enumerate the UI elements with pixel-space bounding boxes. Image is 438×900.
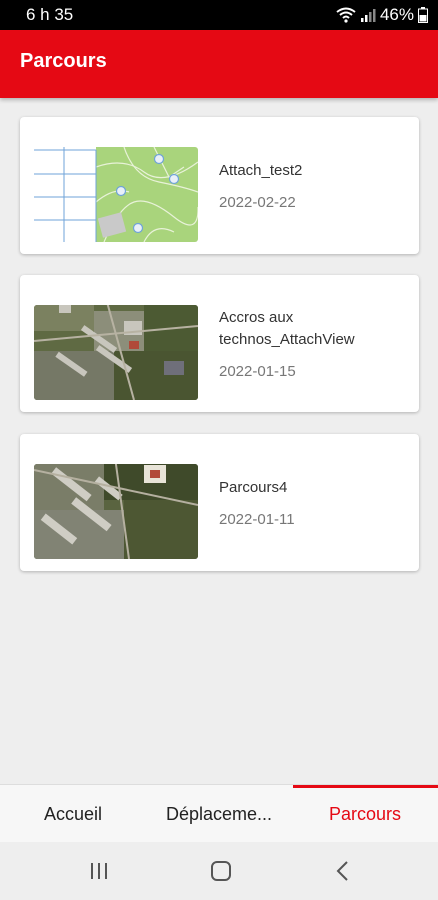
parcours-date: 2022-01-15 — [219, 363, 296, 380]
battery-percentage: 46% — [379, 5, 414, 24]
system-navigation-bar — [0, 842, 438, 900]
status-icons: 46% — [336, 5, 428, 25]
parcours-title: Accros aux technos_AttachView — [219, 309, 355, 348]
parcours-card[interactable]: Parcours4 2022-01-11 — [20, 434, 419, 571]
satellite-thumbnail — [34, 464, 198, 559]
status-bar: 6 h 35 46% — [0, 0, 438, 30]
recent-apps-icon[interactable] — [84, 858, 114, 884]
tab-parcours[interactable]: Parcours — [292, 785, 438, 843]
tab-accueil[interactable]: Accueil — [0, 785, 146, 843]
parcours-title: Parcours4 — [219, 479, 288, 496]
parcours-title: Attach_test2 — [219, 162, 303, 179]
bottom-navigation: Accueil Déplaceme... Parcours — [0, 784, 438, 843]
parcours-date: 2022-01-11 — [219, 511, 295, 528]
map-thumbnail — [34, 147, 198, 242]
back-icon[interactable] — [328, 858, 358, 884]
page-title: Parcours — [20, 50, 107, 72]
card-text: Parcours4 2022-01-11 — [219, 434, 409, 571]
card-text: Attach_test2 2022-02-22 — [219, 117, 409, 254]
satellite-thumbnail — [34, 305, 198, 400]
parcours-date: 2022-02-22 — [219, 194, 296, 211]
parcours-card[interactable]: Accros aux technos_AttachView 2022-01-15 — [20, 275, 419, 412]
signal-icon — [360, 9, 376, 22]
card-text: Accros aux technos_AttachView 2022-01-15 — [219, 275, 409, 412]
home-icon[interactable] — [206, 858, 236, 884]
parcours-card[interactable]: Attach_test2 2022-02-22 — [20, 117, 419, 254]
wifi-icon — [336, 7, 356, 23]
status-time: 6 h 35 — [26, 5, 74, 24]
app-bar: Parcours — [0, 30, 438, 98]
tab-deplacements[interactable]: Déplaceme... — [146, 785, 292, 843]
battery-icon — [418, 7, 428, 23]
